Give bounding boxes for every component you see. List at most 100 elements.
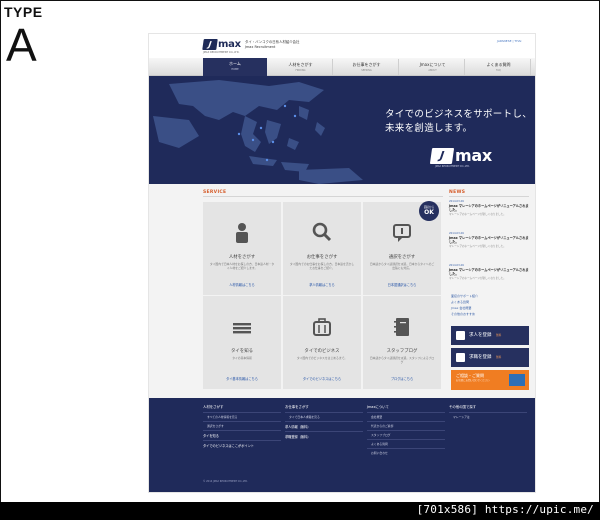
card-description: 日本語からタイ語通訳を派遣。スタッフによるブログ [369, 356, 435, 364]
menu-lines-icon [233, 323, 251, 334]
main-nav: ホーム HOME 人材をさがす FINDING お仕事をさがす SEEKING … [149, 58, 535, 76]
contact-banner[interactable]: ご相談・ご質問 お気軽にお問い合わせください [451, 370, 529, 390]
service-card-find-job[interactable]: お仕事をさがす タイ国内でのお仕事をお探しの方。日本語を活かしたお仕事をご紹介。… [283, 202, 361, 295]
nav-label: ホーム [229, 61, 241, 66]
nav-home[interactable]: ホーム HOME [203, 58, 267, 76]
footer-heading[interactable]: お仕事をさがす [285, 404, 363, 409]
side-link[interactable]: 面接のサポート紹介 [451, 294, 478, 298]
logo-text: max [218, 39, 241, 50]
nav-finding[interactable]: 人材をさがす FINDING [269, 59, 333, 75]
card-description: タイ国内でのお仕事をお探しの方。日本語を活かしたお仕事をご紹介。 [289, 262, 355, 270]
envelope-icon [509, 374, 525, 386]
nav-label: よくある質問 [486, 62, 511, 67]
register-job-free-label: 無料 [496, 334, 502, 337]
news-text: マレーシアのホームページが新しくなりました。 [449, 277, 506, 281]
hero-banner: タイでのビジネスをサポートし、 未来を創造します。 J max JMAX REC… [149, 76, 535, 184]
site-logo[interactable]: J max [202, 39, 241, 50]
side-link[interactable]: よくある質問 [451, 300, 469, 304]
register-job-label: 求人を登録 [469, 333, 492, 338]
footer-sublink[interactable]: スタッフブログ [367, 430, 445, 439]
footer-sublink[interactable]: マレーシアは [449, 412, 527, 421]
service-card-staff-blog[interactable]: スタッフブログ 日本語からタイ語通訳を派遣。スタッフによるブログ ブログはこちら [363, 296, 441, 389]
register-job-button[interactable]: 求人を登録 無料 [451, 326, 529, 345]
footer-heading[interactable]: Jmaxについて [367, 404, 445, 409]
news-title[interactable]: Jmax マレーシアのホームページがリニューアルされました。 [449, 204, 529, 212]
footer-heading[interactable]: 人材をさがす [203, 404, 281, 409]
footer-link[interactable]: 求職登録（無料） [285, 431, 363, 441]
footer-column-about: Jmaxについて 会社概要 代表からのご挨拶 スタッフブログ よくある質問 お問… [367, 404, 445, 457]
card-title: タイでのビジネス [304, 349, 340, 354]
hero-logo-subtitle: JMAX RECRUITMENT CO.,LTD. [435, 165, 470, 168]
card-link[interactable]: 求人情報はこちら [283, 282, 361, 287]
news-item[interactable]: 2014.03.26 Jmax マレーシアのホームページがリニューアルされました… [449, 200, 529, 217]
footer-sublink[interactable]: 通訳をさがす [203, 421, 281, 430]
news-title[interactable]: Jmax マレーシアのホームページがリニューアルされました。 [449, 268, 529, 276]
speech-bubble-icon [393, 224, 411, 242]
service-heading: SERVICE [203, 190, 227, 195]
site-header: J max JMAX RECRUITMENT CO.,LTD. タイ・バンコクの… [149, 34, 535, 58]
register-seeker-button[interactable]: 求職を登録 無料 [451, 348, 529, 367]
service-card-find-talent[interactable]: 人材をさがす タイ国内で日本人材をお探しの方、日本語人材・タイ人材をご紹介します… [203, 202, 281, 295]
card-description: タイ国内でのビジネスをはじめるまで。 [296, 356, 348, 360]
nav-sublabel: FINDING [295, 69, 306, 72]
card-link[interactable]: タイでのビジネスはこちら [283, 376, 361, 381]
card-title: お仕事をさがす [306, 255, 338, 260]
card-title: スタッフブログ [386, 349, 418, 354]
footer-column-other: その他の国で探す マレーシアは [449, 404, 527, 421]
type-letter: A [6, 19, 37, 71]
service-card-business[interactable]: タイでのビジネス タイ国内でのビジネスをはじめるまで。 タイでのビジネスはこちら [283, 296, 361, 389]
header-tagline: タイ・バンコクの日系人材紹介会社 Jmax Recruitment [245, 40, 299, 50]
card-link[interactable]: 日本語通訳はこちら [363, 282, 441, 287]
news-title[interactable]: Jmax マレーシアのホームページがリニューアルされました。 [449, 236, 529, 244]
logo-mark-icon: J [202, 39, 218, 50]
footer-column-jobs: お仕事をさがす タイで日本人求職を見る 求人情報（無料） 求職登録（無料） [285, 404, 363, 441]
service-card-about-thailand[interactable]: タイを知る タイの基本情報 タイ基本情報はこちら [203, 296, 281, 389]
footer-sublink[interactable]: タイで日本人求職を見る [285, 412, 363, 421]
site-footer: 人材をさがす すべての人材情報を見る 通訳をさがす タイを知る タイでのビジネス… [149, 398, 535, 492]
card-title: 通訳をさがす [388, 255, 416, 260]
footer-sublink[interactable]: 会社概要 [367, 412, 445, 421]
side-link[interactable]: Jmax 会社概要 [451, 306, 471, 310]
news-heading: NEWS [449, 190, 466, 195]
nav-label: お仕事をさがす [352, 62, 381, 67]
footer-sublink[interactable]: すべての人材情報を見る [203, 412, 281, 421]
pen-icon [456, 353, 465, 362]
search-icon [312, 222, 332, 242]
card-link[interactable]: 人材情報はこちら [203, 282, 281, 287]
briefcase-icon [313, 318, 331, 336]
nav-sublabel: FAQ [496, 69, 501, 72]
hero-logo-mark-icon: J [429, 147, 455, 164]
person-icon [236, 223, 248, 243]
footer-sublink[interactable]: お問い合わせ [367, 448, 445, 457]
register-seeker-free-label: 無料 [496, 356, 502, 359]
footer-link[interactable]: タイでのビジネスはここがポイント [203, 440, 281, 450]
card-link[interactable]: タイ基本情報はこちら [203, 376, 281, 381]
contact-subtitle: お気軽にお問い合わせください [456, 379, 490, 382]
hero-catchcopy: タイでのビジネスをサポートし、 未来を創造します。 [385, 108, 532, 136]
card-link[interactable]: ブログはこちら [363, 376, 441, 381]
language-switch[interactable]: JAPANESE | THAI [497, 39, 521, 43]
footer-link[interactable]: タイを知る [203, 430, 281, 440]
copyright: © 2014 JMAX RECRUITMENT CO.,LTD. [203, 480, 248, 483]
watermark-text: [701x586] https://upic.me/ [416, 503, 594, 516]
website-mockup: J max JMAX RECRUITMENT CO.,LTD. タイ・バンコクの… [149, 34, 535, 492]
news-item[interactable]: 2014.03.26 Jmax マレーシアのホームページがリニューアルされました… [449, 264, 529, 281]
badge-ok-text: OK [424, 209, 434, 216]
register-seeker-label: 求職を登録 [469, 355, 492, 360]
footer-link[interactable]: 求人情報（無料） [285, 421, 363, 431]
footer-sublink[interactable]: 代表からのご挨拶 [367, 421, 445, 430]
nav-sublabel: HOME [231, 68, 239, 71]
nav-faq[interactable]: よくある質問 FAQ [467, 59, 531, 75]
news-item[interactable]: 2014.03.26 Jmax マレーシアのホームページがリニューアルされました… [449, 232, 529, 249]
card-description: タイ国内で日本人材をお探しの方、日本語人材・タイ人材をご紹介します。 [209, 262, 275, 270]
side-link[interactable]: その他のおすすめ [451, 312, 475, 316]
footer-heading[interactable]: その他の国で探す [449, 404, 527, 409]
asia-map-illustration [153, 80, 363, 184]
nav-seeking[interactable]: お仕事をさがす SEEKING [335, 59, 399, 75]
news-date: 2014.03.26 [449, 264, 464, 267]
news-date: 2014.03.26 [449, 200, 464, 203]
nav-about[interactable]: Jmaxについて ABOUT [401, 59, 465, 75]
footer-sublink[interactable]: よくある質問 [367, 439, 445, 448]
footer-column-talent: 人材をさがす すべての人材情報を見る 通訳をさがす タイを知る タイでのビジネス… [203, 404, 281, 450]
news-divider [449, 196, 529, 197]
